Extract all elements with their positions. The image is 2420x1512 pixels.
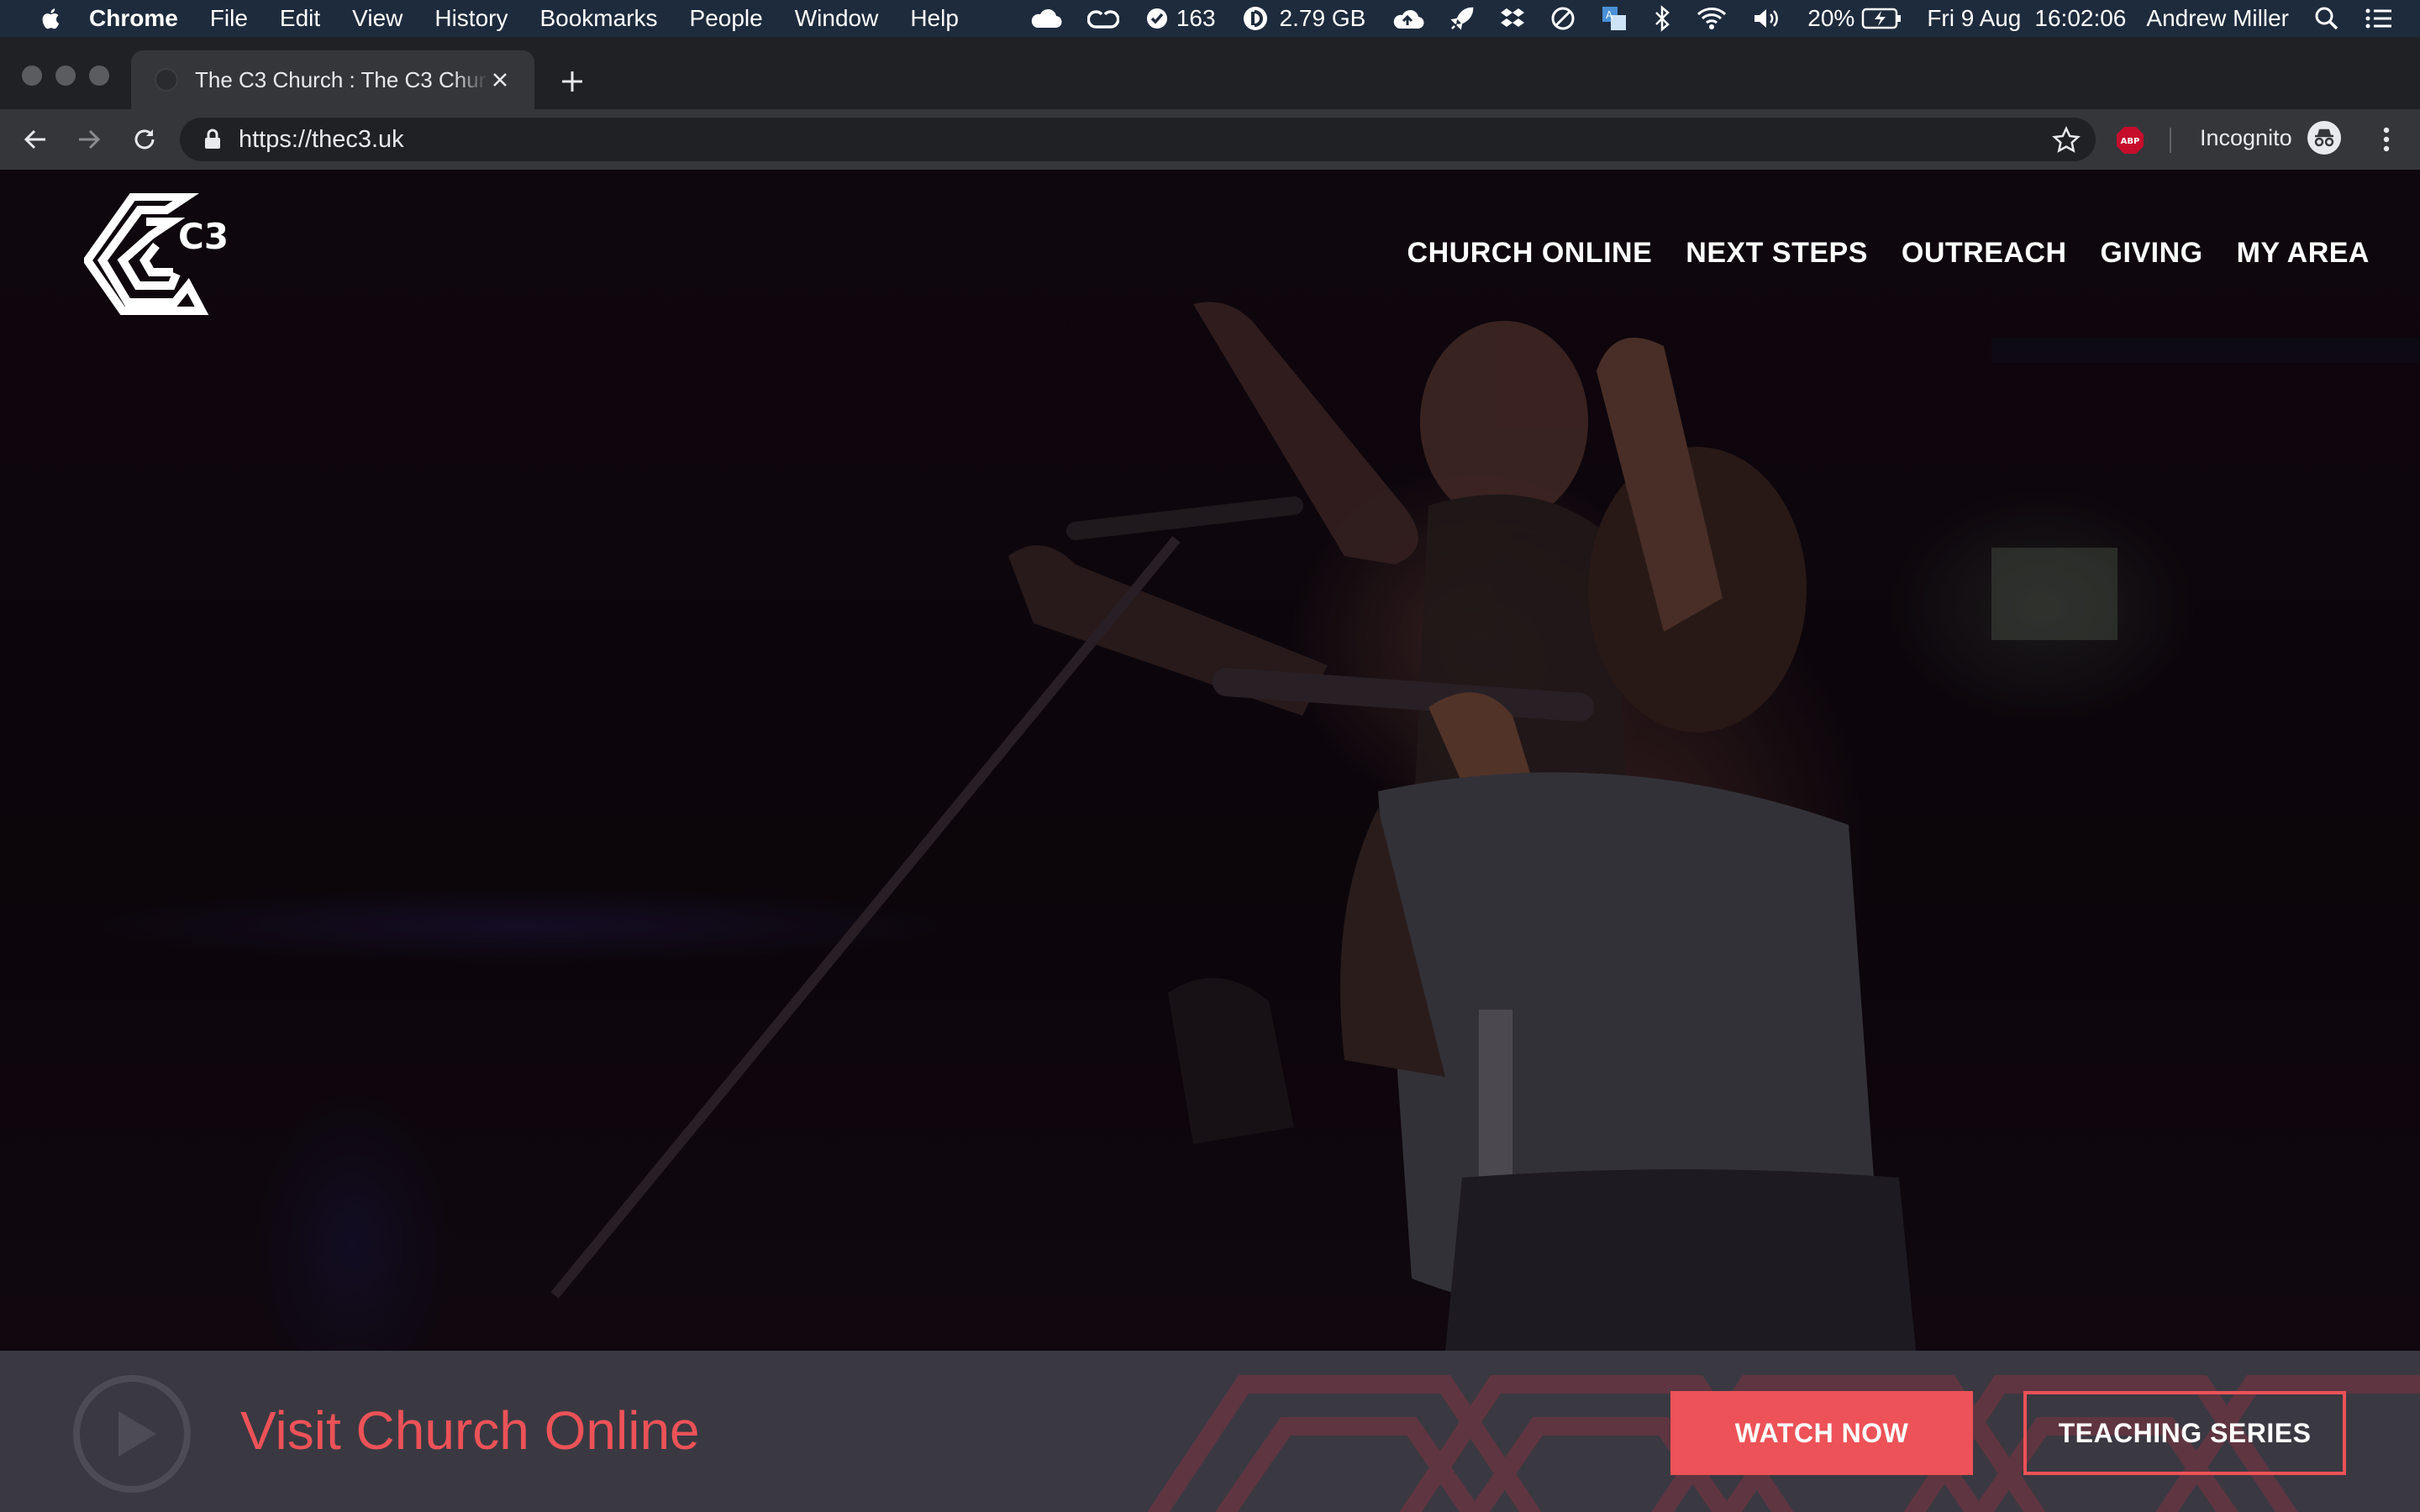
menubar-status-area: 163 2.79 GB A 20% Fri 9 Aug 16:02:06 And… [1003,4,2393,33]
browser-tab-active[interactable]: The C3 Church : The C3 Church [131,50,534,109]
back-arrow-icon[interactable] [20,124,50,155]
church-online-title: Visit Church Online [240,1400,700,1461]
address-bar[interactable]: https://thec3.uk [180,118,2096,161]
nav-next-steps[interactable]: NEXT STEPS [1686,237,1868,270]
spotlight-search-icon[interactable] [2314,6,2339,31]
tab-title: The C3 Church : The C3 Church [195,66,488,92]
menu-people[interactable]: People [690,5,763,32]
battery-indicator[interactable]: 20% [1807,5,1902,32]
memory-indicator[interactable]: 2.79 GB [1241,4,1366,33]
church-online-bar: Visit Church Online WATCH NOW TEACHING S… [0,1351,2420,1512]
bookmark-star-icon[interactable] [2052,126,2081,155]
menu-edit[interactable]: Edit [280,5,320,32]
chrome-tab-strip: The C3 Church : The C3 Church [0,37,2420,109]
bluetooth-icon[interactable] [1653,5,1671,32]
incognito-profile[interactable]: Incognito [2200,121,2341,155]
nav-my-area[interactable]: MY AREA [2237,237,2370,270]
menu-window[interactable]: Window [795,5,879,32]
menu-bookmarks[interactable]: Bookmarks [539,5,657,32]
nav-outreach[interactable]: OUTREACH [1902,237,2067,270]
menu-help[interactable]: Help [910,5,959,32]
chrome-menu-icon[interactable] [2371,124,2402,155]
url-text[interactable]: https://thec3.uk [239,126,404,154]
chrome-toolbar: https://thec3.uk ABP Incognito [0,109,2420,170]
menu-view[interactable]: View [352,5,402,32]
reload-icon[interactable] [129,124,160,155]
logo-text: C3 [178,216,229,257]
cloud-upload-icon[interactable] [1391,7,1424,30]
teaching-series-button[interactable]: TEACHING SERIES [2023,1391,2346,1475]
menubar-user[interactable]: Andrew Miller [2146,5,2289,32]
window-close-button[interactable] [22,66,42,86]
memory-value: 2.79 GB [1279,5,1366,31]
menu-file[interactable]: File [210,5,248,32]
incognito-icon [2307,121,2341,155]
menu-app-name[interactable]: Chrome [89,5,178,32]
nav-giving[interactable]: GIVING [2101,237,2203,270]
new-tab-plus-icon[interactable] [558,67,587,96]
toolbar-divider [2170,128,2171,153]
wifi-icon[interactable] [1697,7,1727,30]
icloud-icon[interactable] [1028,8,1062,29]
watch-now-button[interactable]: WATCH NOW [1670,1391,1973,1475]
svg-text:A: A [1606,9,1613,21]
play-circle-icon[interactable] [72,1374,192,1494]
nav-church-online[interactable]: CHURCH ONLINE [1407,237,1653,270]
menubar-date[interactable]: Fri 9 Aug [1927,5,2021,32]
abp-label: ABP [2121,137,2140,146]
c3-church-logo[interactable]: C3 [84,193,235,319]
notification-count: 163 [1176,5,1216,31]
window-minimize-button[interactable] [55,66,76,86]
web-page: C3 CHURCH ONLINE NEXT STEPS OUTREACH GIV… [0,170,2420,1512]
forward-arrow-icon[interactable] [74,124,104,155]
translate-icon[interactable]: A [1601,5,1628,32]
notification-center-icon[interactable] [2365,7,2393,30]
tab-favicon-icon [155,68,178,92]
menubar-time[interactable]: 16:02:06 [2034,5,2126,32]
hero-image [0,170,2420,1351]
tab-close-icon[interactable] [488,67,513,92]
sync-circle-icon[interactable] [1550,6,1576,31]
creative-cloud-icon[interactable] [1086,7,1119,30]
hero-dark-overlay [0,170,2420,1351]
volume-icon[interactable] [1752,7,1782,30]
incognito-label: Incognito [2200,124,2292,150]
lock-icon [205,129,220,149]
apple-menu-icon[interactable] [34,0,69,37]
notification-counter[interactable]: 163 [1144,5,1216,32]
adblock-plus-icon[interactable]: ABP [2116,126,2144,155]
menu-history[interactable]: History [434,5,508,32]
macos-menubar: Chrome File Edit View History Bookmarks … [0,0,2420,37]
main-navigation: CHURCH ONLINE NEXT STEPS OUTREACH GIVING… [1374,237,2370,270]
rocket-icon[interactable] [1449,6,1475,31]
battery-percent: 20% [1807,5,1855,31]
dropbox-like-icon[interactable] [1500,6,1525,31]
window-zoom-button[interactable] [89,66,109,86]
